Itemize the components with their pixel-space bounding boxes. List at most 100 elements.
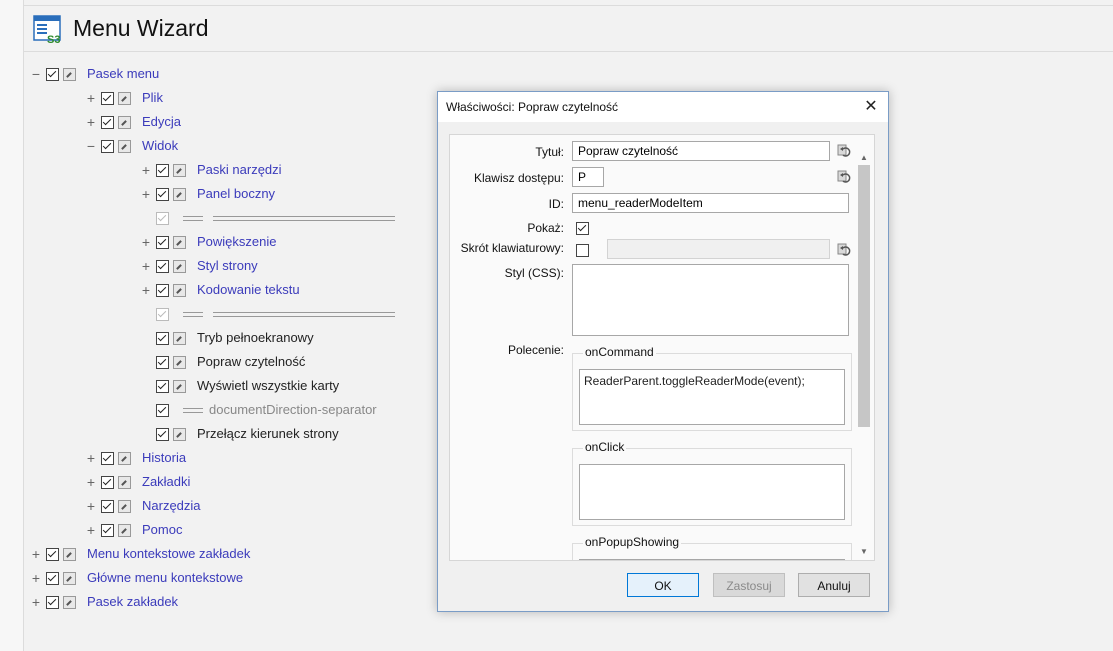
scroll-up-icon[interactable]: ▲ bbox=[860, 153, 868, 162]
onclick-group: onClick bbox=[572, 440, 852, 526]
edit-icon[interactable] bbox=[173, 380, 186, 393]
edit-icon[interactable] bbox=[118, 476, 131, 489]
accesskey-input[interactable] bbox=[572, 167, 604, 187]
visibility-checkbox[interactable] bbox=[101, 92, 114, 105]
visibility-checkbox[interactable] bbox=[156, 308, 169, 321]
collapse-icon[interactable]: − bbox=[30, 64, 42, 84]
apply-button[interactable]: Zastosuj bbox=[713, 573, 785, 597]
expand-icon[interactable]: + bbox=[30, 544, 42, 564]
id-input[interactable] bbox=[572, 193, 849, 213]
edit-icon[interactable] bbox=[173, 164, 186, 177]
tree-separator[interactable] bbox=[140, 304, 420, 324]
expand-icon[interactable]: + bbox=[85, 472, 97, 492]
app-title: Menu Wizard bbox=[73, 15, 209, 41]
expand-icon[interactable]: + bbox=[140, 184, 152, 204]
edit-icon[interactable] bbox=[118, 452, 131, 465]
separator-icon bbox=[183, 216, 203, 221]
command-label: Polecenie: bbox=[507, 343, 564, 357]
tree-item-label: Tryb pełnoekranowy bbox=[197, 330, 314, 345]
visibility-checkbox[interactable] bbox=[156, 212, 169, 225]
expand-icon[interactable]: + bbox=[140, 280, 152, 300]
scroll-down-icon[interactable]: ▼ bbox=[860, 547, 868, 556]
expand-icon[interactable]: + bbox=[85, 88, 97, 108]
onclick-title: onClick bbox=[583, 440, 627, 454]
edit-icon[interactable] bbox=[118, 500, 131, 513]
shortcut-checkbox[interactable] bbox=[576, 244, 589, 257]
edit-icon[interactable] bbox=[118, 116, 131, 129]
visibility-checkbox[interactable] bbox=[46, 68, 59, 81]
onclick-textarea[interactable] bbox=[579, 464, 845, 520]
edit-icon[interactable] bbox=[63, 548, 76, 561]
expand-icon[interactable]: + bbox=[30, 568, 42, 588]
oncommand-textarea[interactable]: ReaderParent.toggleReaderMode(event); bbox=[579, 369, 845, 425]
visibility-checkbox[interactable] bbox=[156, 356, 169, 369]
visibility-checkbox[interactable] bbox=[156, 236, 169, 249]
expand-icon[interactable]: + bbox=[30, 592, 42, 612]
edit-icon[interactable] bbox=[63, 596, 76, 609]
edit-icon[interactable] bbox=[63, 572, 76, 585]
tree-item-label: Pomoc bbox=[142, 522, 183, 537]
tree-item-label: Przełącz kierunek strony bbox=[197, 426, 339, 441]
title-input[interactable] bbox=[572, 141, 830, 161]
visibility-checkbox[interactable] bbox=[156, 188, 169, 201]
visibility-checkbox[interactable] bbox=[156, 164, 169, 177]
tree-separator[interactable] bbox=[140, 208, 420, 228]
style-textarea[interactable] bbox=[572, 264, 849, 336]
tree-item-label: Popraw czytelność bbox=[197, 354, 306, 369]
style-label: Styl (CSS): bbox=[504, 266, 564, 280]
visibility-checkbox[interactable] bbox=[101, 524, 114, 537]
onpopupshowing-textarea[interactable] bbox=[579, 559, 845, 560]
scrollbar-thumb[interactable] bbox=[858, 165, 870, 427]
edit-icon[interactable] bbox=[173, 188, 186, 201]
shortcut-input[interactable] bbox=[607, 239, 830, 259]
visibility-checkbox[interactable] bbox=[101, 500, 114, 513]
onpopupshowing-group: onPopupShowing bbox=[572, 535, 852, 560]
tree-item-label: Pasek menu bbox=[87, 66, 160, 81]
close-icon[interactable]: ✕ bbox=[860, 96, 882, 118]
edit-icon[interactable] bbox=[173, 356, 186, 369]
visibility-checkbox[interactable] bbox=[156, 284, 169, 297]
edit-icon[interactable] bbox=[173, 236, 186, 249]
show-checkbox[interactable] bbox=[576, 222, 589, 235]
reset-icon[interactable] bbox=[837, 170, 851, 184]
dialog-title-bar[interactable]: Właściwości: Popraw czytelność ✕ bbox=[438, 92, 888, 122]
reset-icon[interactable] bbox=[837, 144, 851, 158]
expand-icon[interactable]: + bbox=[85, 520, 97, 540]
title-label: Tytuł: bbox=[535, 145, 564, 159]
expand-icon[interactable]: + bbox=[85, 448, 97, 468]
edit-icon[interactable] bbox=[173, 332, 186, 345]
visibility-checkbox[interactable] bbox=[46, 596, 59, 609]
show-label: Pokaż: bbox=[527, 221, 564, 235]
visibility-checkbox[interactable] bbox=[46, 572, 59, 585]
tree-separator[interactable]: documentDirection-separator bbox=[140, 400, 420, 420]
visibility-checkbox[interactable] bbox=[101, 452, 114, 465]
edit-icon[interactable] bbox=[118, 524, 131, 537]
edit-icon[interactable] bbox=[173, 428, 186, 441]
collapse-icon[interactable]: − bbox=[85, 136, 97, 156]
edit-icon[interactable] bbox=[173, 260, 186, 273]
edit-icon[interactable] bbox=[118, 140, 131, 153]
visibility-checkbox[interactable] bbox=[101, 476, 114, 489]
expand-icon[interactable]: + bbox=[85, 496, 97, 516]
dialog-title: Właściwości: Popraw czytelność bbox=[446, 100, 619, 114]
visibility-checkbox[interactable] bbox=[46, 548, 59, 561]
reset-icon[interactable] bbox=[837, 243, 851, 257]
visibility-checkbox[interactable] bbox=[156, 428, 169, 441]
expand-icon[interactable]: + bbox=[140, 232, 152, 252]
edit-icon[interactable] bbox=[173, 284, 186, 297]
cancel-button[interactable]: Anuluj bbox=[798, 573, 870, 597]
edit-icon[interactable] bbox=[118, 92, 131, 105]
tree-item-label: Zakładki bbox=[142, 474, 191, 489]
visibility-checkbox[interactable] bbox=[156, 260, 169, 273]
visibility-checkbox[interactable] bbox=[156, 332, 169, 345]
visibility-checkbox[interactable] bbox=[156, 404, 169, 417]
expand-icon[interactable]: + bbox=[140, 256, 152, 276]
visibility-checkbox[interactable] bbox=[101, 116, 114, 129]
svg-text:S3: S3 bbox=[47, 34, 60, 45]
visibility-checkbox[interactable] bbox=[156, 380, 169, 393]
edit-icon[interactable] bbox=[63, 68, 76, 81]
expand-icon[interactable]: + bbox=[85, 112, 97, 132]
visibility-checkbox[interactable] bbox=[101, 140, 114, 153]
expand-icon[interactable]: + bbox=[140, 160, 152, 180]
ok-button[interactable]: OK bbox=[627, 573, 699, 597]
